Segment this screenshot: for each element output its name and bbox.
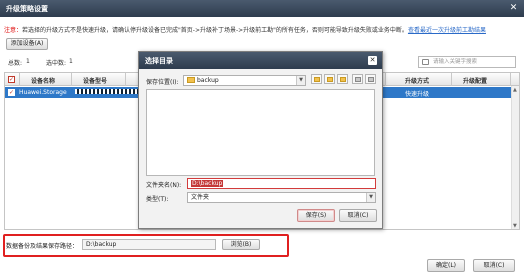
row-checkbox[interactable]: ✓ (8, 89, 15, 96)
select-directory-dialog: 选择目录 ✕ 保存位置(I): backup ▼ 文件夹名(N): D:\bac… (138, 51, 383, 229)
dialog-close-icon[interactable]: ✕ (368, 56, 377, 65)
cancel-button[interactable]: 取消(C) (473, 259, 515, 272)
type-chevron-down-icon[interactable]: ▼ (366, 193, 375, 202)
selected-label: 选中数: (46, 60, 67, 67)
search-input[interactable]: 请输入关键字搜索 (418, 56, 516, 68)
type-label: 类型(T): (146, 196, 169, 203)
folder-list[interactable] (146, 89, 375, 176)
table-scrollbar[interactable]: ▲ ▼ (511, 86, 519, 229)
select-all-checkbox[interactable]: ✓ (8, 76, 15, 83)
new-folder-icon[interactable] (337, 74, 348, 84)
add-device-button[interactable]: 添加设备(A) (6, 38, 48, 50)
save-button[interactable]: 保存(S) (297, 209, 335, 222)
search-icon (422, 59, 429, 65)
details-view-icon[interactable] (365, 74, 376, 84)
dialog-cancel-button[interactable]: 取消(C) (339, 209, 377, 222)
scroll-down-icon[interactable]: ▼ (513, 223, 518, 229)
save-location-value: backup (197, 77, 219, 84)
type-select[interactable]: 文件夹 ▼ (187, 192, 376, 203)
folder-name-label: 文件夹名(N): (146, 182, 182, 189)
folder-icon (187, 77, 195, 83)
folder-name-input[interactable]: D:\backup (187, 178, 376, 189)
dialog-title: 选择目录 (145, 57, 173, 65)
browse-button[interactable]: 浏览(B) (222, 239, 260, 250)
total-label: 总数: (8, 60, 23, 67)
type-value: 文件夹 (191, 194, 210, 201)
save-location-select[interactable]: backup ▼ (183, 75, 306, 86)
ok-button[interactable]: 确定(L) (427, 259, 465, 272)
device-name-cell: Huawei.Storage (19, 89, 67, 96)
upgrade-mode-cell: 快速升级 (405, 91, 430, 98)
dialog-titlebar: 选择目录 ✕ (139, 52, 382, 69)
column-header-model: 设备型号 (83, 78, 108, 85)
save-location-label: 保存位置(I): (146, 79, 179, 86)
upgrade-strategy-window: 升级策略设置 ✕ 注意：若选择的升级方式不是快速升级，请确认停升级设备已完成"首… (0, 0, 524, 276)
column-header-config: 升级配置 (463, 78, 488, 85)
window-titlebar: 升级策略设置 ✕ (0, 0, 524, 17)
folder-name-value: D:\backup (191, 180, 224, 187)
column-header-upgrade-mode: 升级方式 (405, 78, 430, 85)
list-view-icon[interactable] (352, 74, 363, 84)
backup-path-field[interactable]: D:\backup (82, 239, 216, 250)
window-title: 升级策略设置 (6, 5, 48, 13)
last-survey-link[interactable]: 查看最近一次升级前工勘结果 (408, 27, 486, 34)
notice-text: 若选择的升级方式不是快速升级，请确认停升级设备已完成"首页->升级补丁场景->升… (22, 27, 408, 34)
close-icon[interactable]: ✕ (508, 3, 519, 14)
up-folder-icon[interactable] (311, 74, 322, 84)
backup-path-label: 数据备份及结果保存路径： (6, 243, 79, 250)
total-value: 1 (26, 58, 30, 65)
home-folder-icon[interactable] (324, 74, 335, 84)
notice-bar: 注意：若选择的升级方式不是快速升级，请确认停升级设备已完成"首页->升级补丁场景… (4, 25, 486, 34)
column-header-name: 设备名称 (31, 78, 56, 85)
device-model-cell (75, 89, 145, 94)
chevron-down-icon[interactable]: ▼ (296, 76, 305, 85)
notice-prefix: 注意： (4, 27, 23, 34)
selected-value: 1 (69, 58, 73, 65)
scroll-up-icon[interactable]: ▲ (513, 87, 518, 93)
